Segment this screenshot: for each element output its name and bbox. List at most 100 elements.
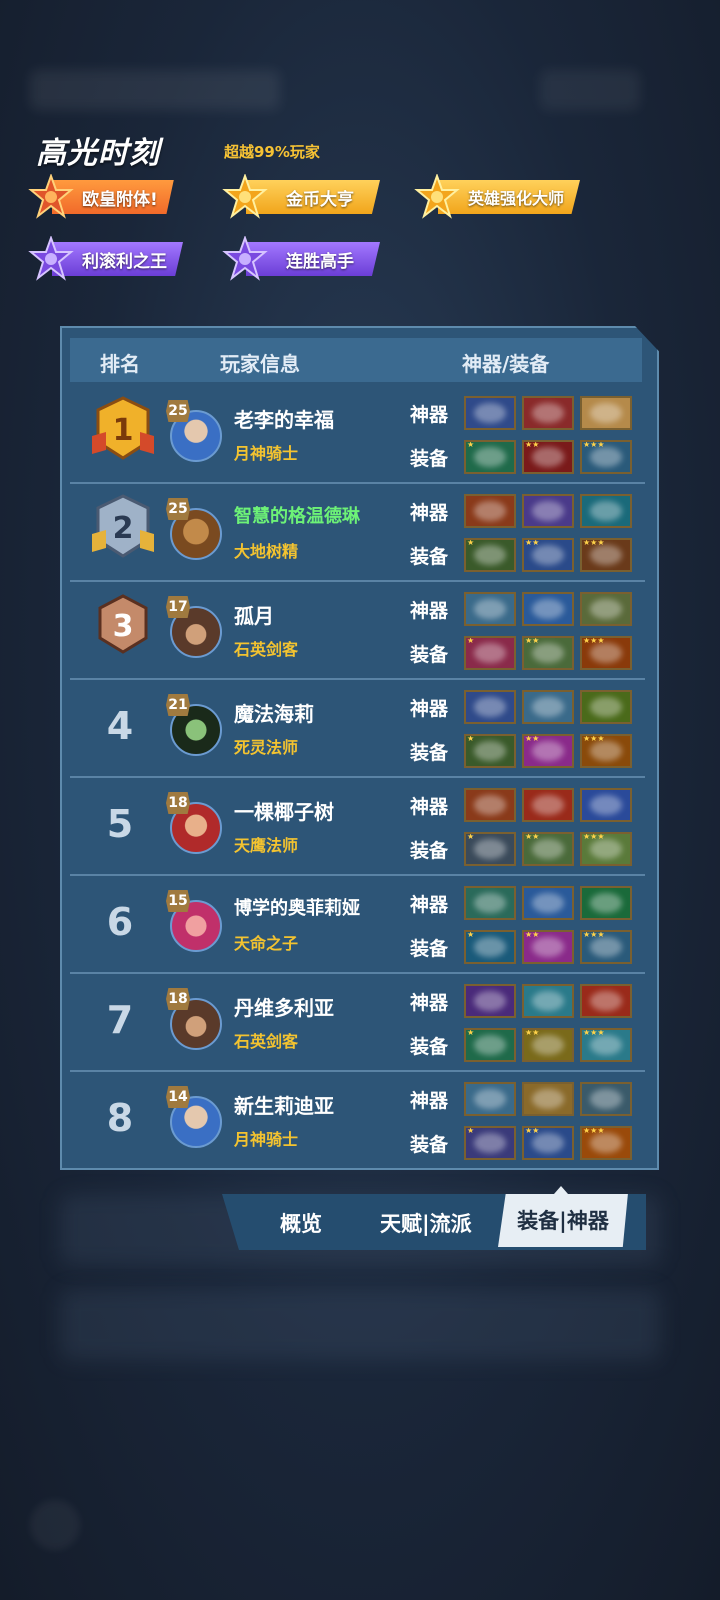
artifact-scroll-icon[interactable]	[580, 396, 632, 430]
table-row[interactable]: 7 18 丹维多利亚 石英剑客 神器 装备 ★ ★★ ★★★	[70, 974, 645, 1072]
artifact-flask-icon[interactable]	[580, 984, 632, 1018]
badge-win-streak[interactable]: 连胜高手	[222, 236, 380, 281]
artifact-gem-icon[interactable]	[464, 690, 516, 724]
artifact-book-icon[interactable]	[464, 592, 516, 626]
equip-branch-icon[interactable]: ★	[464, 734, 516, 768]
level-badge: 14	[166, 1086, 190, 1108]
table-row[interactable]: 2 25 智慧的格温德琳 大地树精 神器 装备 ★ ★★ ★★★	[70, 484, 645, 582]
equip-chest-icon[interactable]: ★★★	[580, 538, 632, 572]
equip-potion-icon[interactable]: ★	[464, 1028, 516, 1062]
table-row[interactable]: 3 17 孤月 石英剑客 神器 装备 ★ ★★ ★★★	[70, 582, 645, 680]
artifact-coins-icon[interactable]	[580, 592, 632, 626]
hero-class: 石英剑客	[234, 1032, 299, 1051]
artifact-flask-icon[interactable]	[522, 788, 574, 822]
star-icon	[222, 174, 268, 219]
equip-spear-icon[interactable]: ★★	[522, 538, 574, 572]
artifact-label: 神器	[410, 502, 449, 524]
equip-orb-icon[interactable]: ★★★	[580, 636, 632, 670]
badge-coin-tycoon[interactable]: 金币大亨	[222, 174, 380, 219]
equip-slots: ★ ★★ ★★★	[464, 734, 632, 768]
level-badge: 17	[166, 596, 190, 618]
artifact-crossbow-icon[interactable]	[522, 592, 574, 626]
artifact-beast-icon[interactable]	[580, 1082, 632, 1116]
equip-cube-icon[interactable]: ★★	[522, 734, 574, 768]
badge-lucky[interactable]: 欧皇附体!	[28, 174, 174, 219]
equip-crossed-blades-icon[interactable]: ★★★	[580, 734, 632, 768]
table-row[interactable]: 5 18 一棵椰子树 天鹰法师 神器 装备 ★ ★★ ★★★	[70, 778, 645, 876]
equip-amulet-icon[interactable]: ★★	[522, 1126, 574, 1160]
equip-bone-icon[interactable]: ★★	[522, 636, 574, 670]
hero-class: 死灵法师	[234, 738, 299, 757]
equip-branch-icon[interactable]: ★	[464, 538, 516, 572]
badge-hero-upgrade[interactable]: 英雄强化大师	[414, 174, 581, 219]
equip-slots: ★ ★★ ★★★	[464, 538, 632, 572]
equip-hat-icon[interactable]: ★★★	[580, 832, 632, 866]
hero-class: 月神骑士	[234, 444, 299, 463]
equip-spear-icon[interactable]: ★	[464, 832, 516, 866]
artifact-feather-icon[interactable]	[522, 1082, 574, 1116]
header-player: 玩家信息	[220, 352, 300, 376]
table-row[interactable]: 6 15 博学的奥菲莉娅 天命之子 神器 装备 ★ ★★ ★★★	[70, 876, 645, 974]
artifact-crystal-icon[interactable]	[580, 494, 632, 528]
artifact-crossbow-icon[interactable]	[522, 886, 574, 920]
artifact-wizard-icon[interactable]	[464, 984, 516, 1018]
player-name: 孤月	[234, 604, 274, 628]
artifact-slots	[464, 886, 632, 920]
gold-medal-icon: 1	[92, 396, 154, 460]
equip-wings-icon[interactable]: ★	[464, 1126, 516, 1160]
artifact-trident-icon[interactable]	[580, 788, 632, 822]
artifact-potion-icon[interactable]	[580, 690, 632, 724]
table-row[interactable]: 8 14 新生莉迪亚 月神骑士 神器 装备 ★ ★★ ★★★	[70, 1072, 645, 1168]
artifact-slots	[464, 690, 632, 724]
equip-map-icon[interactable]: ★★★	[580, 1028, 632, 1062]
badge-interest-king[interactable]: 利滚利之王	[28, 236, 183, 281]
tab-equip[interactable]: 装备|神器	[498, 1194, 628, 1247]
tab-bar: 概览 天赋|流派 装备|神器	[222, 1194, 646, 1250]
rank-number: 6	[106, 900, 134, 944]
artifact-label: 神器	[410, 796, 449, 818]
artifact-gem-icon[interactable]	[464, 396, 516, 430]
equip-cube-icon[interactable]: ★★	[522, 930, 574, 964]
blurred-bottom-icon	[30, 1500, 80, 1550]
artifact-slots	[464, 1082, 632, 1116]
artifact-sword-icon[interactable]	[464, 494, 516, 528]
equip-potion-icon[interactable]: ★	[464, 440, 516, 474]
equip-label: 装备	[410, 546, 449, 568]
table-header: 排名 玩家信息 神器/装备	[70, 338, 642, 382]
equip-dagger-icon[interactable]: ★★★	[580, 440, 632, 474]
equip-dagger-icon[interactable]: ★★★	[580, 930, 632, 964]
equip-label: 装备	[410, 1134, 449, 1156]
equip-slots: ★ ★★ ★★★	[464, 930, 632, 964]
artifact-label: 神器	[410, 698, 449, 720]
artifact-rune-icon[interactable]	[522, 494, 574, 528]
hero-class: 石英剑客	[234, 640, 299, 659]
equip-crystal-icon[interactable]: ★	[464, 930, 516, 964]
artifact-stocking-icon[interactable]	[580, 886, 632, 920]
artifact-slots	[464, 788, 632, 822]
equip-claw-icon[interactable]: ★★	[522, 440, 574, 474]
artifact-book-icon[interactable]	[464, 1082, 516, 1116]
level-badge: 25	[166, 498, 190, 520]
artifact-label: 神器	[410, 404, 449, 426]
active-tab-notch	[554, 1186, 568, 1194]
rank-number: 8	[106, 1096, 134, 1140]
artifact-sword-icon[interactable]	[464, 788, 516, 822]
tab-overview[interactable]: 概览	[280, 1208, 322, 1238]
table-row[interactable]: 4 21 魔法海莉 死灵法师 神器 装备 ★ ★★ ★★★	[70, 680, 645, 778]
equip-axe-icon[interactable]: ★	[464, 636, 516, 670]
artifact-gift-icon[interactable]	[522, 984, 574, 1018]
equip-sun-icon[interactable]: ★★★	[580, 1126, 632, 1160]
artifact-book-icon[interactable]	[522, 690, 574, 724]
star-icon	[28, 174, 74, 219]
tab-talent[interactable]: 天赋|流派	[380, 1208, 472, 1238]
svg-text:3: 3	[113, 609, 134, 644]
highlight-title: 高光时刻	[36, 136, 160, 171]
silver-medal-icon: 2	[92, 494, 154, 558]
artifact-cat-icon[interactable]	[522, 396, 574, 430]
equip-golem-icon[interactable]: ★★	[522, 1028, 574, 1062]
equip-bone-icon[interactable]: ★★	[522, 832, 574, 866]
highlight-subtitle: 超越99%玩家	[224, 143, 320, 161]
table-row[interactable]: 1 25 老李的幸福 月神骑士 神器 装备 ★ ★★ ★★★	[70, 386, 645, 484]
hero-class: 天命之子	[234, 934, 299, 953]
artifact-goblin-icon[interactable]	[464, 886, 516, 920]
